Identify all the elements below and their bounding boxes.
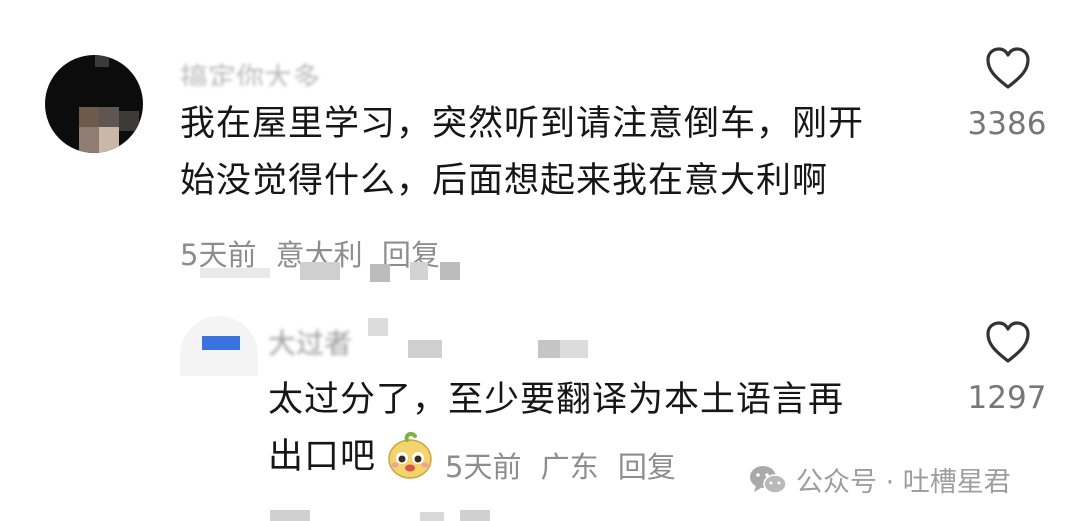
- comment-line: 太过分了，至少要翻译为本土语言再: [268, 380, 845, 420]
- comment-username[interactable]: 搞定你大多: [180, 56, 380, 86]
- reply-avatar[interactable]: [180, 316, 258, 376]
- reply-meta: 5天前 广东 回复: [445, 444, 686, 486]
- heart-outline-icon[interactable]: [985, 320, 1031, 364]
- watermark-text: 公众号 · 吐槽星君: [796, 467, 1011, 498]
- comment-line: 我在屋里学习，突然听到请注意倒车，刚开: [180, 104, 865, 144]
- cutoff-text-mosaic: [270, 508, 570, 521]
- reply-username-mosaic: [360, 318, 600, 358]
- reply-username[interactable]: 大过者: [268, 322, 352, 362]
- heart-outline-icon[interactable]: [985, 46, 1031, 90]
- meta-mosaic: [200, 260, 470, 282]
- wechat-icon: [750, 465, 787, 494]
- reply-time: 5天前: [445, 450, 522, 484]
- user-avatar[interactable]: [45, 55, 143, 153]
- comment-line: 始没觉得什么，后面想起来我在意大利啊: [180, 161, 829, 201]
- like-count: 1297: [967, 380, 1047, 416]
- comment-body: 我在屋里学习，突然听到请注意倒车，刚开 始没觉得什么，后面想起来我在意大利啊: [180, 96, 864, 210]
- watermark: 公众号 · 吐槽星君: [748, 460, 1011, 499]
- reply-location: 广东: [540, 450, 599, 484]
- reply-button[interactable]: 回复: [618, 450, 676, 484]
- like-count: 3386: [967, 106, 1047, 142]
- avatar-accent: [202, 336, 240, 350]
- cute-face-emoji: [385, 430, 435, 480]
- avatar-mosaic: [45, 55, 143, 153]
